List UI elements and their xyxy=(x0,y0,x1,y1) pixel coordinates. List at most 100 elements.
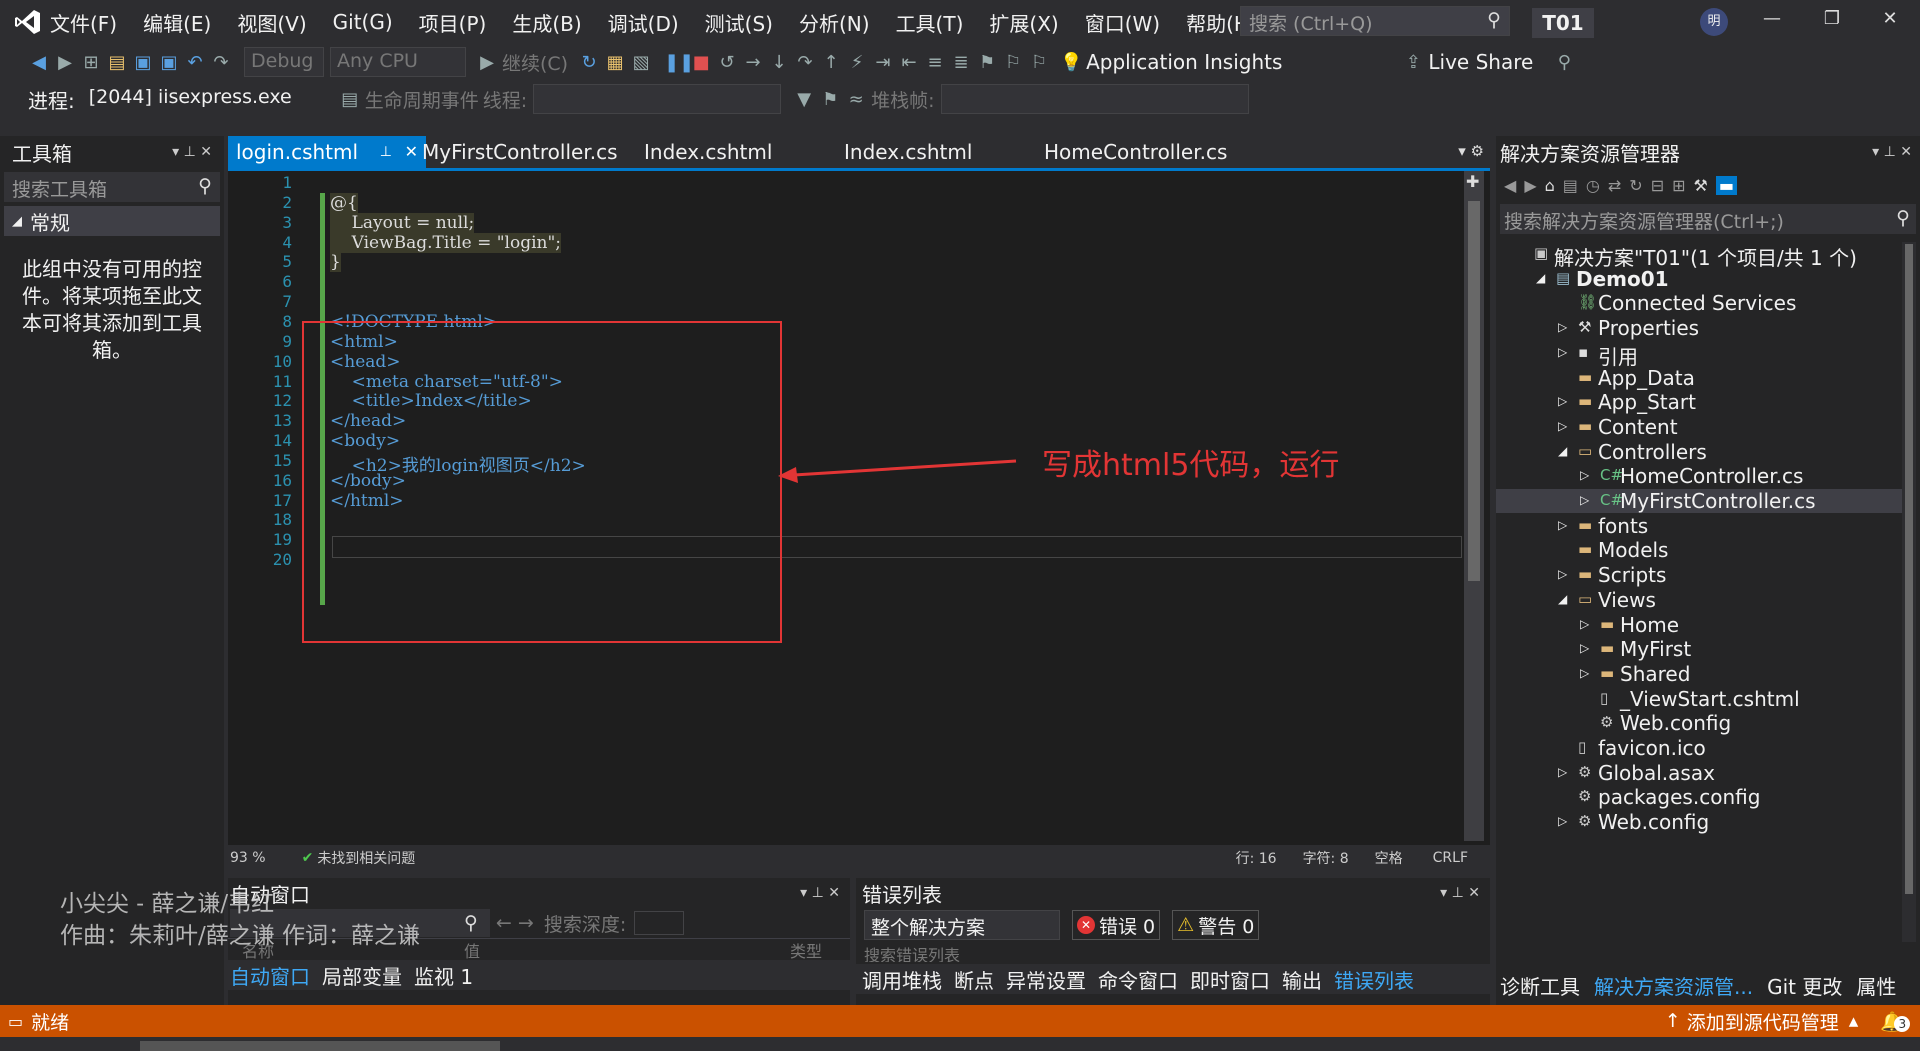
flag-icon[interactable]: ⚑ xyxy=(819,89,841,110)
menu-item[interactable]: 视图(V) xyxy=(237,8,306,37)
col-type[interactable]: 类型 xyxy=(790,938,822,962)
expanded-arrow-icon[interactable]: ◢ xyxy=(1558,444,1567,458)
screenshot-icon[interactable]: ▧ xyxy=(630,52,652,73)
collapse-all-icon[interactable]: ⊟ xyxy=(1651,176,1664,195)
tab-myfirstcontroller[interactable]: MyFirstController.cs xyxy=(414,136,626,168)
tree-item[interactable]: ▷ ▬ Shared xyxy=(1496,662,1902,686)
tree-item[interactable]: ▷ ▬ fonts xyxy=(1496,514,1902,538)
step-out-icon[interactable]: ↑ xyxy=(820,52,842,73)
menu-item[interactable]: 文件(F) xyxy=(50,8,117,37)
comment-icon[interactable]: ≡ xyxy=(924,52,946,73)
save-all-icon[interactable]: ▣ xyxy=(158,52,180,73)
zoom-select[interactable]: 93 % xyxy=(230,850,266,866)
platform-select[interactable]: Any CPU xyxy=(330,47,466,77)
maximize-icon[interactable]: ❐ xyxy=(1812,8,1852,36)
tab-login-cshtml[interactable]: login.cshtml ⊥ ✕ xyxy=(228,136,426,168)
step-icon[interactable]: → xyxy=(742,52,764,73)
vertical-scrollbar[interactable] xyxy=(1464,171,1484,841)
toolbox-search-input[interactable]: 搜索工具箱 ⚲ xyxy=(4,172,220,202)
expanded-arrow-icon[interactable]: ◢ xyxy=(1558,592,1567,606)
line-indicator[interactable]: 行: 16 xyxy=(1236,848,1277,868)
panel-tab[interactable]: 局部变量 xyxy=(322,961,402,990)
tree-item[interactable]: ▬ Models xyxy=(1496,538,1902,562)
tree-item[interactable]: ◢ ▭ Views xyxy=(1496,588,1902,612)
show-all-icon[interactable]: ⊞ xyxy=(1672,176,1685,195)
save-icon[interactable]: ▣ xyxy=(132,52,154,73)
panel-tab[interactable]: 即时窗口 xyxy=(1190,965,1270,994)
panel-tab[interactable]: 异常设置 xyxy=(1006,965,1086,994)
tree-item[interactable]: ▷ ▬ App_Start xyxy=(1496,390,1902,414)
solution-search-input[interactable]: 搜索解决方案资源管理器(Ctrl+;) ⚲ xyxy=(1500,204,1916,234)
step-over-icon[interactable]: ↷ xyxy=(794,52,816,73)
stackframe-select[interactable] xyxy=(940,84,1249,114)
panel-tab[interactable]: 诊断工具 xyxy=(1500,971,1580,1000)
search-depth-select[interactable] xyxy=(634,911,685,935)
whitespace-indicator[interactable]: 空格 xyxy=(1375,848,1403,868)
collapsed-arrow-icon[interactable]: ▷ xyxy=(1580,468,1589,482)
panel-tab[interactable]: 解决方案资源管... xyxy=(1594,971,1753,1000)
tree-item[interactable]: ⚙ packages.config xyxy=(1496,785,1902,809)
tree-item[interactable]: ▣ 解决方案"T01"(1 个项目/共 1 个) xyxy=(1496,242,1902,270)
tree-item[interactable]: ▷ ▪ 引用 xyxy=(1496,341,1902,369)
tree-item[interactable]: ▷ C# HomeController.cs xyxy=(1496,464,1902,488)
menu-item[interactable]: 生成(B) xyxy=(512,8,581,37)
panel-tab[interactable]: Git 更改 xyxy=(1767,971,1842,1000)
collapsed-arrow-icon[interactable]: ▷ xyxy=(1558,419,1567,433)
stack-icon[interactable]: ≈ xyxy=(845,89,867,110)
nav-arrows-icon[interactable]: ← → xyxy=(496,912,534,934)
scrollbar-thumb[interactable] xyxy=(1468,201,1480,581)
menu-item[interactable]: 窗口(W) xyxy=(1085,8,1160,37)
refresh-icon[interactable]: ↻ xyxy=(1629,176,1642,195)
menu-item[interactable]: 项目(P) xyxy=(419,8,487,37)
collapsed-arrow-icon[interactable]: ▷ xyxy=(1558,518,1567,532)
continue-icon[interactable]: ▶ xyxy=(476,52,498,73)
menu-item[interactable]: 调试(D) xyxy=(608,8,679,37)
collapsed-arrow-icon[interactable]: ▷ xyxy=(1558,394,1567,408)
split-icon[interactable]: ✚ xyxy=(1466,172,1479,191)
panel-tab[interactable]: 调用堆栈 xyxy=(862,965,942,994)
pause-icon[interactable]: ❚❚ xyxy=(664,52,694,73)
pending-changes-icon[interactable]: ◷ xyxy=(1586,176,1600,195)
panel-tab[interactable]: 监视 1 xyxy=(414,961,473,990)
preview-icon[interactable]: ▬ xyxy=(1715,175,1737,195)
feedback-icon[interactable]: ⚲ xyxy=(1553,52,1575,73)
tab-homecontroller[interactable]: HomeController.cs xyxy=(1036,136,1235,168)
tree-item[interactable]: ▷ ▬ Content xyxy=(1496,415,1902,439)
tree-scrollbar[interactable] xyxy=(1902,242,1916,942)
warnings-filter-button[interactable]: ⚠ 警告 0 xyxy=(1172,910,1260,940)
panel-menu-icons[interactable]: ▾ ⊥ ✕ xyxy=(800,885,840,901)
undo-icon[interactable]: ↶ xyxy=(184,52,206,73)
tree-item[interactable]: ▬ App_Data xyxy=(1496,366,1902,390)
step-into-icon[interactable]: ↓ xyxy=(768,52,790,73)
restart-icon[interactable]: ↺ xyxy=(716,52,738,73)
errors-filter-button[interactable]: ✕ 错误 0 xyxy=(1072,910,1161,940)
menu-item[interactable]: 编辑(E) xyxy=(143,8,211,37)
tree-item[interactable]: ▷ ▬ Scripts xyxy=(1496,563,1902,587)
collapsed-arrow-icon[interactable]: ▷ xyxy=(1558,320,1567,334)
collapsed-arrow-icon[interactable]: ▷ xyxy=(1558,765,1567,779)
forward-icon[interactable]: ▶ xyxy=(54,52,76,73)
tree-item[interactable]: ▯ _ViewStart.cshtml xyxy=(1496,687,1902,711)
pin-icon[interactable]: ⊥ xyxy=(380,136,392,168)
panel-tab[interactable]: 属性 xyxy=(1856,971,1896,1000)
live-share-button[interactable]: Live Share xyxy=(1428,50,1533,74)
tree-item[interactable]: ▷ ⚙ Web.config xyxy=(1496,810,1902,834)
stop-icon[interactable]: ■ xyxy=(690,52,712,73)
browse-icon[interactable]: ▦ xyxy=(604,52,626,73)
panel-tab[interactable]: 输出 xyxy=(1282,965,1322,994)
home-icon[interactable]: ⌂ xyxy=(1545,176,1555,195)
collapsed-arrow-icon[interactable]: ▷ xyxy=(1580,493,1589,507)
refresh-icon[interactable]: ↻ xyxy=(578,52,600,73)
close-icon[interactable]: ✕ xyxy=(1870,8,1910,36)
menu-item[interactable]: Git(G) xyxy=(333,10,393,34)
menu-item[interactable]: 测试(S) xyxy=(705,8,773,37)
tree-item[interactable]: ▯ favicon.ico xyxy=(1496,736,1902,760)
next-bookmark-icon[interactable]: ⚐ xyxy=(1028,52,1050,73)
scope-select[interactable]: 整个解决方案 xyxy=(864,910,1060,940)
collapsed-arrow-icon[interactable]: ▷ xyxy=(1558,814,1567,828)
tree-scrollbar-thumb[interactable] xyxy=(1905,244,1913,894)
collapsed-arrow-icon[interactable]: ▷ xyxy=(1558,567,1567,581)
continue-button[interactable]: 继续(C) xyxy=(502,49,568,76)
panel-tab[interactable]: 断点 xyxy=(954,965,994,994)
properties-wrench-icon[interactable]: ⚒ xyxy=(1694,176,1708,195)
